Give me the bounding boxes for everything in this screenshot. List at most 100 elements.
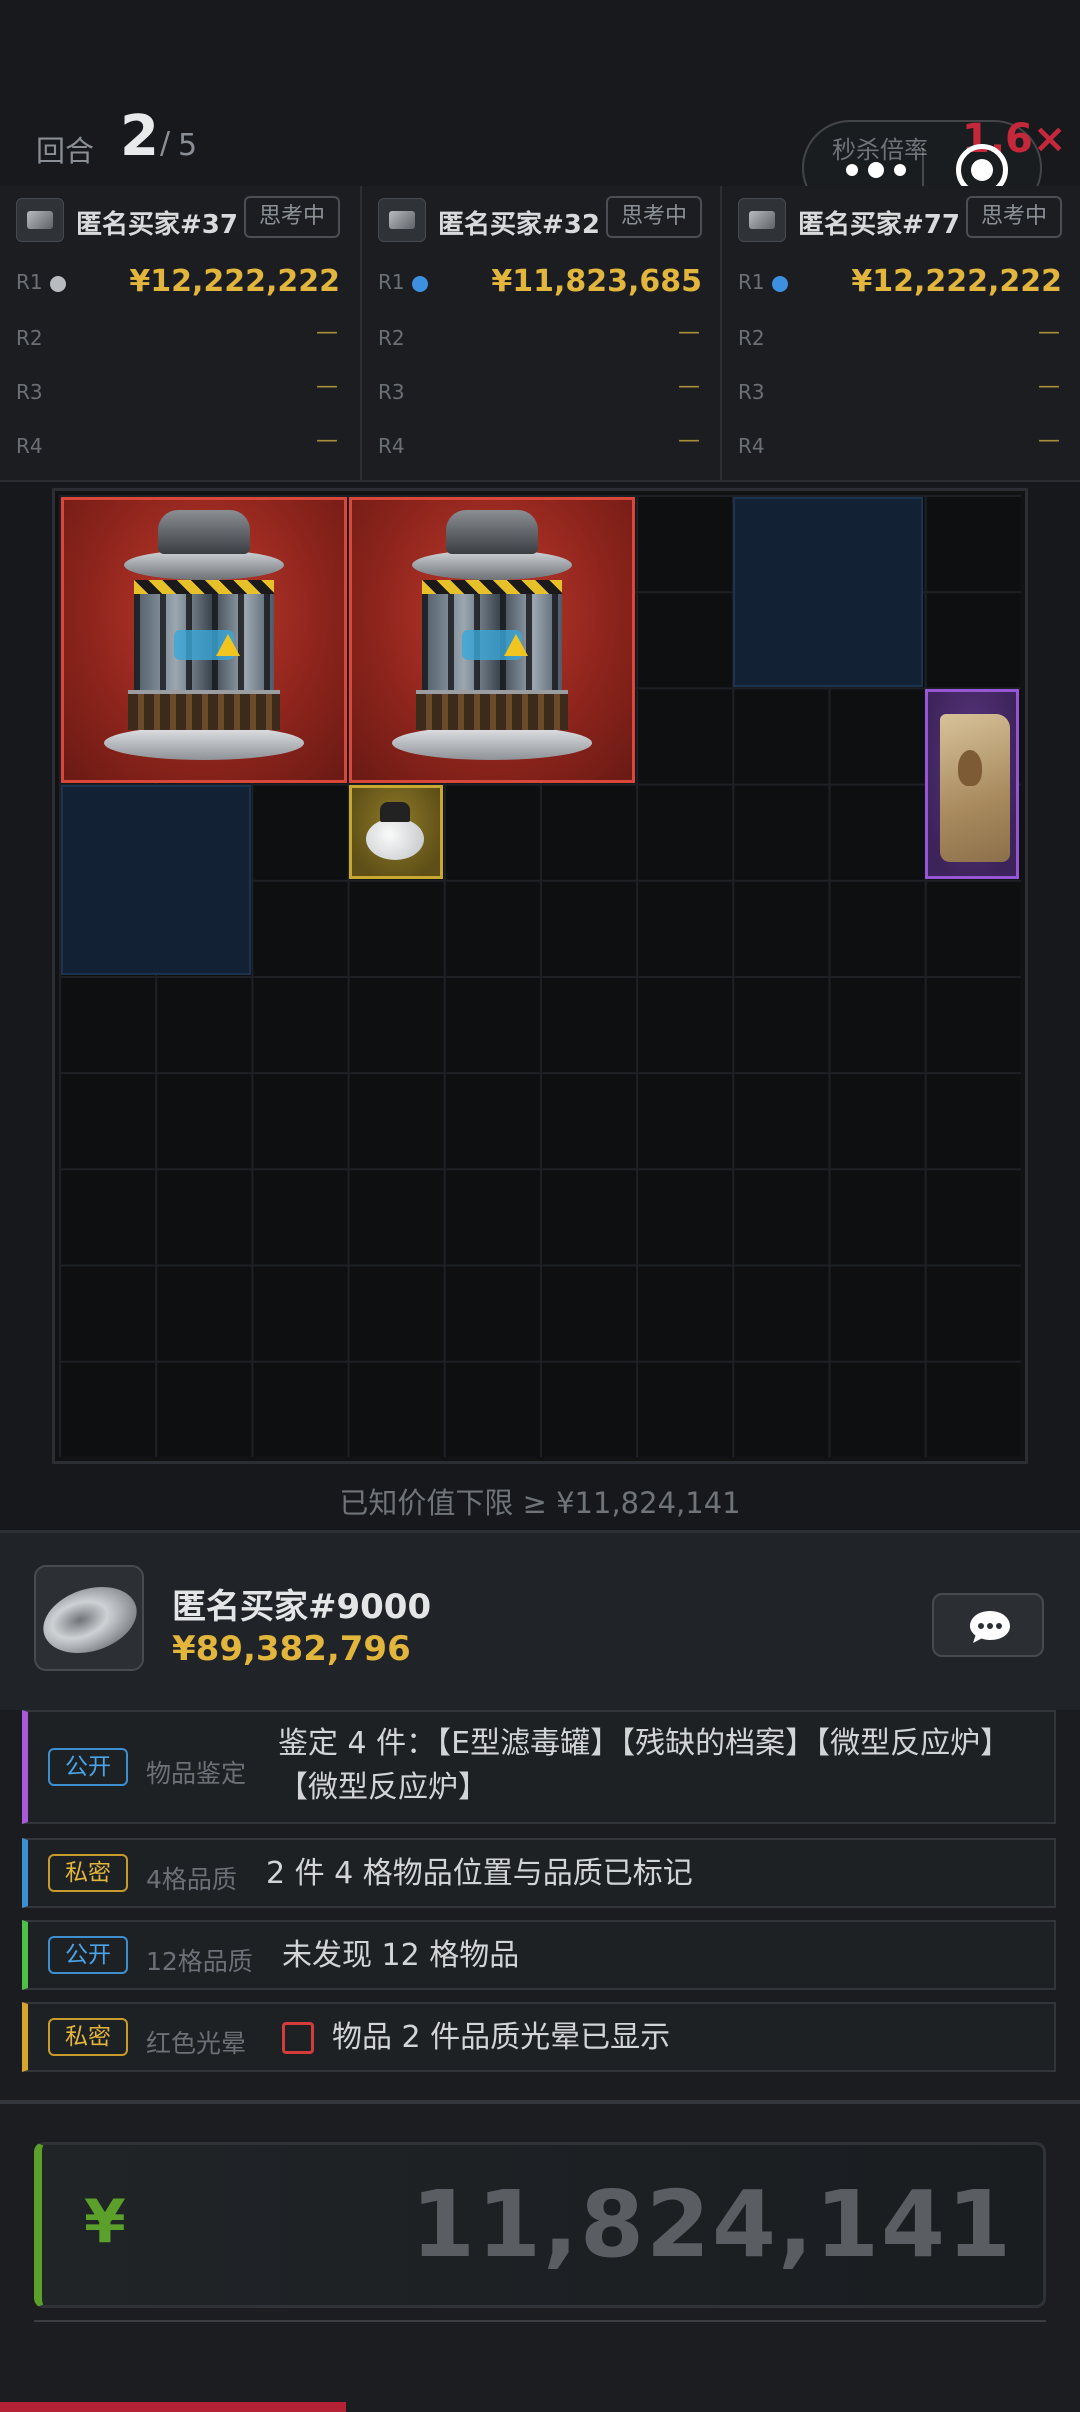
- unrevealed-block: [61, 785, 251, 975]
- clue-text: 物品 2 件品质光晕已显示: [332, 2020, 671, 2055]
- bid-value: ¥12,222,222: [129, 264, 340, 299]
- reactor-icon: [104, 510, 304, 770]
- chat-bubble-icon: [970, 1611, 1010, 1643]
- bid-row: R3 —: [16, 370, 340, 420]
- player-avatar: [34, 1565, 144, 1671]
- damaged-file-item[interactable]: [925, 689, 1019, 879]
- bid-round-label: R2: [378, 326, 405, 350]
- bid-dot-icon: [412, 276, 428, 292]
- currency-symbol: ¥: [84, 2187, 126, 2257]
- document-icon: [936, 704, 1012, 866]
- grid-cells: [59, 495, 1021, 1457]
- bid-dot-icon: [772, 276, 788, 292]
- bid-value: —: [678, 428, 700, 453]
- clue-list: 公开 物品鉴定 鉴定 4 件：【E型滤毒罐】【残缺的档案】【微型反应炉】【微型反…: [0, 1710, 1080, 2110]
- bid-value: —: [678, 320, 700, 345]
- micro-reactor-item[interactable]: [349, 497, 635, 783]
- clue-text: 未发现 12 格物品: [282, 1938, 520, 1973]
- micro-reactor-item[interactable]: [61, 497, 347, 783]
- clue-item: 私密 红色光晕 物品 2 件品质光晕已显示: [22, 2002, 1056, 2072]
- player-panel: 匿名买家#9000 ¥89,382,796: [0, 1530, 1080, 1710]
- bid-value: ¥12,222,222: [851, 264, 1062, 299]
- bid-row: R4 —: [16, 424, 340, 474]
- clue-visibility-badge: 公开: [48, 1936, 128, 1974]
- bid-value: —: [316, 320, 338, 345]
- filter-canister-icon: [366, 802, 424, 862]
- buyer-column: 匿名买家#774 思考中 R1 ¥12,222,222 R2 — R3 — R4…: [720, 186, 1080, 480]
- bid-amount-value: 11,824,141: [410, 2171, 1013, 2278]
- bid-round-label: R1: [378, 270, 405, 294]
- bid-round-label: R4: [16, 434, 43, 458]
- bid-value: —: [1038, 374, 1060, 399]
- more-dots-icon[interactable]: [838, 152, 918, 188]
- known-value-floor: 已知价值下限 ≥ ¥11,824,141: [339, 1486, 741, 1520]
- bid-area: ¥ 11,824,141: [0, 2100, 1080, 2412]
- buyer-status-badge: 思考中: [244, 196, 340, 238]
- top-bar: 回合 2 / 5 秒杀倍率 1.6×: [0, 0, 1080, 216]
- clue-text: 鉴定 4 件：【E型滤毒罐】【残缺的档案】【微型反应炉】【微型反应炉】: [278, 1726, 1011, 1805]
- red-halo-icon: [282, 2022, 314, 2054]
- bid-amount-input[interactable]: ¥ 11,824,141: [34, 2142, 1046, 2308]
- bid-value: —: [678, 374, 700, 399]
- chat-button[interactable]: [932, 1593, 1044, 1657]
- bid-row: R3 —: [738, 370, 1062, 420]
- unrevealed-block: [733, 497, 923, 687]
- bid-round-label: R1: [738, 270, 765, 294]
- clue-type: 12格品质: [146, 1947, 253, 1976]
- clue-item: 公开 物品鉴定 鉴定 4 件：【E型滤毒罐】【残缺的档案】【微型反应炉】【微型反…: [22, 1710, 1056, 1824]
- clue-type: 红色光晕: [146, 2029, 247, 2058]
- bid-row: R3 —: [378, 370, 702, 420]
- bid-round-label: R4: [738, 434, 765, 458]
- timer-bar: [0, 2402, 346, 2412]
- bid-row: R2 —: [378, 316, 702, 366]
- bid-row: R4 —: [738, 424, 1062, 474]
- clue-text: 2 件 4 格物品位置与品质已标记: [266, 1856, 693, 1891]
- clue-visibility-badge: 公开: [48, 1748, 128, 1786]
- buyer-columns: 匿名买家#376 思考中 R1 ¥12,222,222 R2 — R3 — R4…: [0, 186, 1080, 482]
- clue-type: 物品鉴定: [146, 1759, 247, 1788]
- clue-type: 4格品质: [146, 1865, 237, 1894]
- bid-value: —: [1038, 320, 1060, 345]
- bid-round-label: R3: [738, 380, 765, 404]
- clue-item: 公开 12格品质 未发现 12 格物品: [22, 1920, 1056, 1990]
- buyer-name: 匿名买家#774: [798, 210, 958, 240]
- buyer-status-badge: 思考中: [966, 196, 1062, 238]
- clue-visibility-badge: 私密: [48, 2018, 128, 2056]
- bid-round-label: R3: [378, 380, 405, 404]
- bid-value: —: [316, 374, 338, 399]
- buyer-avatar: [738, 198, 786, 242]
- round-current: 2: [120, 104, 159, 169]
- bid-row: R1 ¥11,823,685: [378, 260, 702, 310]
- bid-value: —: [316, 428, 338, 453]
- buyer-name: 匿名买家#323: [438, 210, 598, 240]
- e-type-filter-canister-item[interactable]: [349, 785, 443, 879]
- buyer-name: 匿名买家#376: [76, 210, 236, 240]
- bid-value: —: [1038, 428, 1060, 453]
- bid-round-label: R4: [378, 434, 405, 458]
- buyer-avatar: [16, 198, 64, 242]
- round-label: 回合: [36, 134, 95, 168]
- bid-round-label: R3: [16, 380, 43, 404]
- bid-underline: [34, 2320, 1046, 2322]
- round-separator: /: [160, 126, 171, 161]
- clue-item: 私密 4格品质 2 件 4 格物品位置与品质已标记: [22, 1838, 1056, 1908]
- bid-row: R2 —: [738, 316, 1062, 366]
- bid-row: R1 ¥12,222,222: [738, 260, 1062, 310]
- inventory-grid: [52, 488, 1028, 1464]
- bid-row: R4 —: [378, 424, 702, 474]
- bid-row: R1 ¥12,222,222: [16, 260, 340, 310]
- round-total: 5: [178, 128, 198, 163]
- bid-row: R2 —: [16, 316, 340, 366]
- bid-dot-icon: [50, 276, 66, 292]
- player-name: 匿名买家#9000: [172, 1587, 432, 1627]
- bid-round-label: R1: [16, 270, 43, 294]
- buyer-column: 匿名买家#323 思考中 R1 ¥11,823,685 R2 — R3 — R4…: [360, 186, 720, 480]
- buyer-avatar: [378, 198, 426, 242]
- clue-visibility-badge: 私密: [48, 1854, 128, 1892]
- bid-value: ¥11,823,685: [491, 264, 702, 299]
- bid-round-label: R2: [16, 326, 43, 350]
- bid-round-label: R2: [738, 326, 765, 350]
- reactor-icon: [392, 510, 592, 770]
- buyer-column: 匿名买家#376 思考中 R1 ¥12,222,222 R2 — R3 — R4…: [0, 186, 360, 480]
- player-money: ¥89,382,796: [172, 1629, 411, 1669]
